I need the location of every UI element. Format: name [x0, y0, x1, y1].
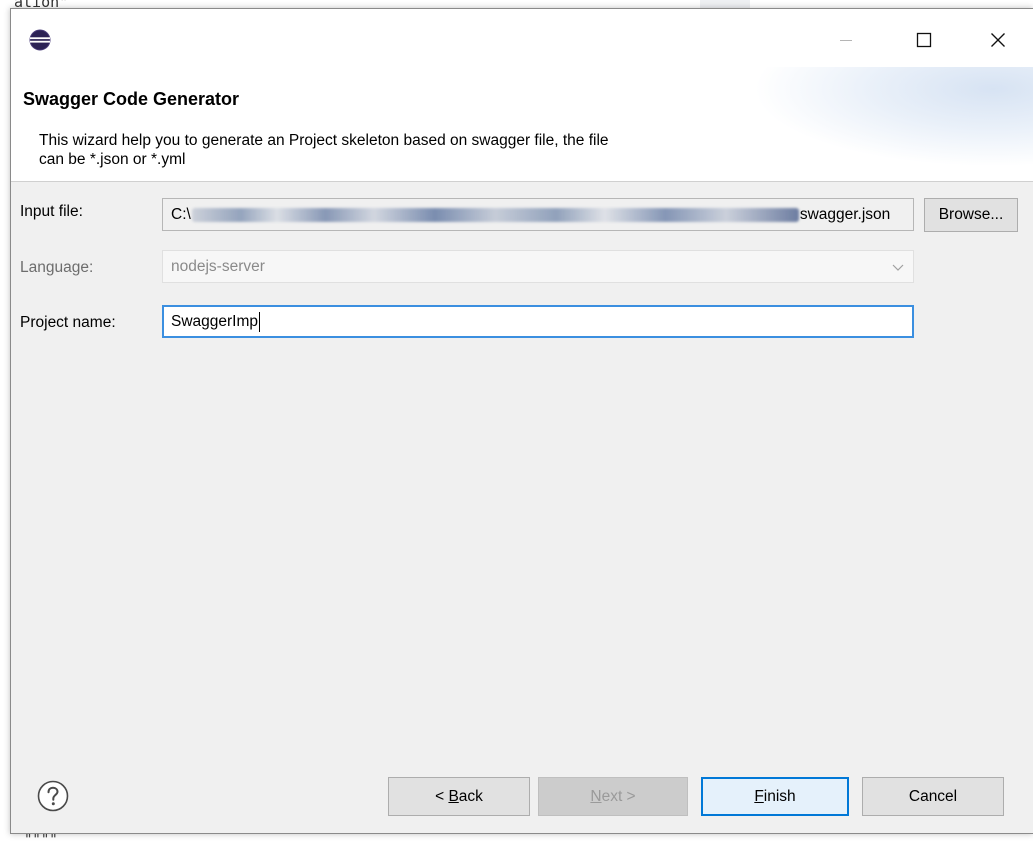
background-editor-text-bottom: """": [24, 832, 58, 848]
text-caret: [259, 311, 261, 332]
project-name-input[interactable]: SwaggerImp: [162, 305, 914, 338]
back-button[interactable]: < Back: [388, 777, 530, 816]
wizard-dialog: Swagger Code Generator This wizard help …: [10, 8, 1033, 834]
redacted-path: [191, 207, 799, 222]
close-icon: [991, 33, 1005, 47]
maximize-icon: [916, 32, 932, 48]
minimize-button[interactable]: [817, 15, 875, 65]
cancel-button[interactable]: Cancel: [862, 777, 1004, 816]
minimize-icon: [840, 40, 852, 41]
eclipse-icon: [29, 29, 51, 51]
finish-button-mnemonic: F: [754, 787, 764, 805]
next-button-rest: ext >: [601, 787, 636, 805]
wizard-title: Swagger Code Generator: [23, 89, 240, 109]
input-file-field[interactable]: C:\ swagger.json: [162, 198, 914, 231]
maximize-button[interactable]: [895, 15, 953, 65]
input-file-path-suffix: swagger.json: [799, 205, 891, 223]
input-file-label: Input file:: [20, 203, 83, 220]
wizard-description: This wizard help you to generate an Proj…: [39, 131, 819, 169]
language-value: nodejs-server: [171, 257, 265, 275]
back-button-mnemonic: B: [448, 787, 459, 805]
wizard-description-line-1: This wizard help you to generate an Proj…: [39, 132, 609, 149]
finish-button-rest: inish: [763, 787, 796, 805]
browse-button[interactable]: Browse...: [924, 198, 1018, 232]
next-button-mnemonic: N: [590, 787, 602, 805]
chevron-down-icon: [892, 264, 904, 271]
wizard-description-line-2: can be *.json or *.yml: [39, 151, 186, 168]
language-label: Language:: [20, 259, 94, 276]
help-icon[interactable]: [37, 780, 69, 812]
project-name-label: Project name:: [20, 314, 116, 331]
finish-button[interactable]: Finish: [701, 777, 849, 816]
input-file-path-prefix: C:\: [171, 205, 191, 223]
back-button-rest: ack: [458, 787, 483, 805]
title-bar: [11, 9, 1033, 67]
language-select[interactable]: nodejs-server: [162, 250, 914, 283]
back-button-prefix: <: [435, 787, 449, 805]
next-button[interactable]: Next >: [538, 777, 688, 816]
project-name-value: SwaggerImp: [171, 312, 259, 330]
close-button[interactable]: [969, 15, 1027, 65]
wizard-header: Swagger Code Generator This wizard help …: [11, 67, 1033, 182]
